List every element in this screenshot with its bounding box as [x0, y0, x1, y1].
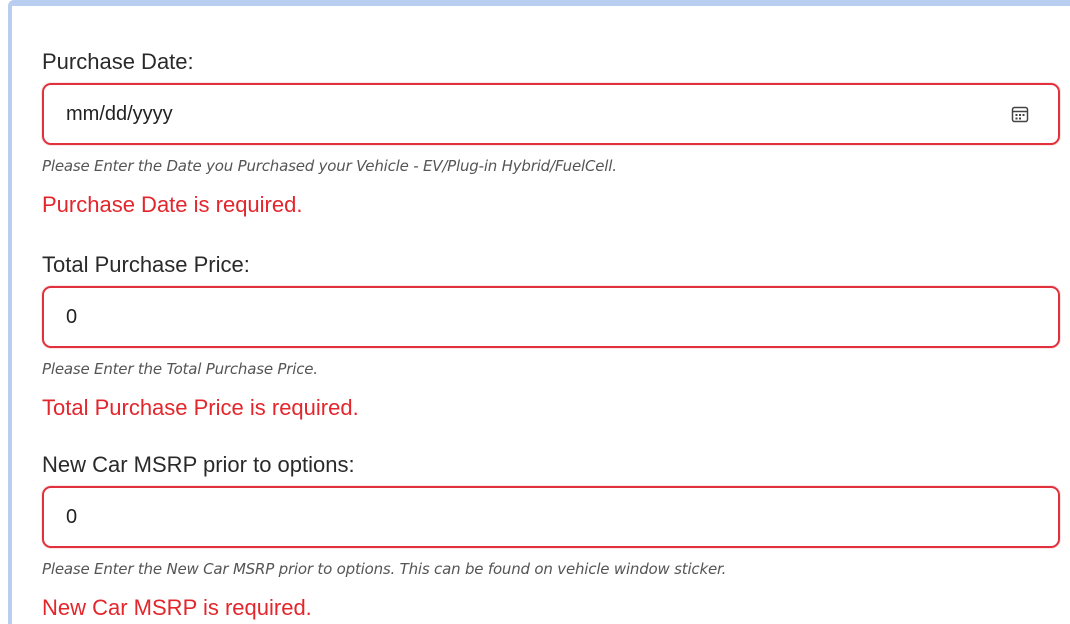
total-purchase-price-label: Total Purchase Price: [42, 252, 250, 277]
total-purchase-price-error: Total Purchase Price is required. [42, 395, 359, 420]
total-purchase-price-input[interactable]: 0 [42, 286, 1060, 348]
total-purchase-price-help-text: Please Enter the Total Purchase Price. [42, 360, 318, 378]
msrp-group: New Car MSRP prior to options: 0 Please … [42, 450, 1060, 622]
msrp-value: 0 [66, 505, 78, 528]
purchase-date-label: Purchase Date: [42, 49, 194, 74]
purchase-date-input[interactable]: mm/dd/yyyy [42, 83, 1060, 145]
msrp-error: New Car MSRP is required. [42, 595, 312, 620]
calendar-icon[interactable] [1010, 104, 1030, 124]
form-panel: Purchase Date: mm/dd/yyyy Please Enter t… [8, 0, 1070, 624]
msrp-input[interactable]: 0 [42, 486, 1060, 548]
purchase-date-help-text: Please Enter the Date you Purchased your… [42, 157, 617, 175]
purchase-date-group: Purchase Date: mm/dd/yyyy Please Enter t… [42, 47, 1060, 219]
total-purchase-price-value: 0 [66, 305, 78, 328]
msrp-label: New Car MSRP prior to options: [42, 452, 355, 477]
purchase-date-error: Purchase Date is required. [42, 192, 303, 217]
purchase-date-placeholder: mm/dd/yyyy [66, 102, 173, 125]
total-purchase-price-group: Total Purchase Price: 0 Please Enter the… [42, 250, 1060, 422]
msrp-help-text: Please Enter the New Car MSRP prior to o… [42, 560, 727, 578]
